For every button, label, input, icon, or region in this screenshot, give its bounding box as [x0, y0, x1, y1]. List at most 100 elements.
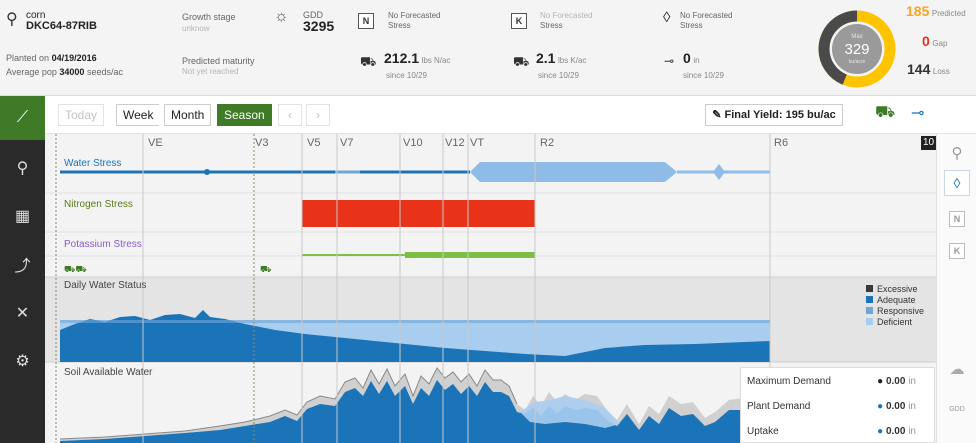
predicted-value: 185: [906, 3, 930, 19]
nitrogen-icon: N: [358, 13, 374, 29]
growth-stage-value: unknow: [182, 24, 210, 33]
map-nav-icon[interactable]: ▦: [0, 194, 45, 238]
rain-cloud-icon[interactable]: ☁: [944, 356, 970, 382]
tractor-icon: ⛟: [260, 264, 271, 274]
w-since: since 10/29: [683, 71, 724, 80]
irrigation-icon[interactable]: ⊸: [911, 103, 924, 123]
legend-label: Deficient: [877, 317, 913, 327]
final-yield-button[interactable]: ✎ Final Yield: 195 bu/ac: [705, 104, 843, 126]
uptake-label: Uptake: [747, 426, 779, 437]
predicted-yield: 185 Predicted: [906, 3, 966, 19]
hybrid-name: DKC64-87RIB: [26, 20, 97, 32]
daily-water-status-label: Daily Water Status: [64, 280, 147, 291]
pop-value: 34000: [59, 67, 85, 77]
legend-item: Responsive: [866, 306, 924, 317]
potassium-box-label: K: [511, 13, 527, 29]
gdd-layer-label[interactable]: GDD: [944, 396, 970, 422]
corn-icon[interactable]: ⚲: [944, 140, 970, 166]
prev-button[interactable]: ‹: [278, 104, 302, 126]
legend-swatch: [866, 285, 873, 292]
predicted-maturity-value: Not yet reached: [182, 67, 239, 76]
final-yield-label: Final Yield: 195 bu/ac: [724, 109, 836, 121]
stage-v3: V3: [255, 137, 269, 149]
water-drop-icon[interactable]: ◊: [944, 170, 970, 196]
growth-stage-label: Growth stage: [182, 12, 236, 22]
loss-label: Loss: [932, 67, 950, 76]
legend-item: Adequate: [866, 295, 924, 306]
stage-v12: V12: [445, 137, 465, 149]
water-drop-icon: ◊: [663, 9, 671, 26]
legend-item: Excessive: [866, 284, 924, 295]
today-button[interactable]: Today: [58, 104, 105, 126]
stage-v10: V10: [403, 137, 423, 149]
n-amount: 212.1: [384, 50, 420, 66]
k-unit: lbs K/ac: [557, 56, 587, 65]
pop-label: Average pop: [6, 67, 57, 77]
layer-icons-panel: ⚲ ◊ N K ☁ GDD: [936, 134, 976, 443]
timeline-toolbar: Today Week Month Season ‹ › ✎ Final Yiel…: [45, 96, 976, 134]
tractor-icon: ⛟⛟: [64, 264, 87, 274]
season-button[interactable]: Season: [217, 104, 272, 126]
stage-v5: V5: [307, 137, 321, 149]
yield-gauge: Max 329 bu/acre: [818, 10, 896, 88]
n-stress: Stress: [388, 21, 411, 30]
planted-date: 04/19/2016: [51, 53, 97, 63]
chart-nav-icon[interactable]: ⟋: [0, 96, 45, 140]
w-amount: 0: [683, 50, 691, 66]
tractor-icon[interactable]: ⛟: [875, 103, 895, 123]
nitrogen-layer-label: N: [949, 211, 965, 227]
potassium-layer-icon[interactable]: K: [944, 238, 970, 264]
water-status-legend: Excessive Adequate Responsive Deficient: [866, 284, 924, 328]
gap-value: 0: [922, 33, 930, 49]
gauge-max-label: Max: [851, 34, 862, 40]
sun-icon: ☼: [274, 8, 289, 25]
nitrogen-box-label: N: [358, 13, 374, 29]
gap-yield: 0 Gap: [922, 33, 948, 49]
gauge-value: 329: [844, 41, 869, 58]
plant-demand-label: Plant Demand: [747, 401, 811, 412]
irrigation-icon: ⊸: [664, 54, 675, 68]
potassium-stress-label: Potassium Stress: [64, 239, 142, 250]
k-since: since 10/29: [538, 71, 579, 80]
tools-nav-icon[interactable]: ✕: [0, 291, 45, 335]
loss-value: 144: [907, 61, 931, 77]
legend-swatch: [866, 296, 873, 303]
legend-label: Adequate: [877, 295, 916, 305]
trend-nav-icon[interactable]: ⤴: [0, 242, 45, 286]
field-summary-header: ⚲ corn DKC64-87RIB Planted on 04/19/2016…: [0, 0, 976, 96]
w-applied: 0 in: [683, 50, 700, 66]
stage-r2: R2: [540, 137, 555, 149]
k-stress: Stress: [540, 21, 563, 30]
gap-label: Gap: [932, 39, 948, 48]
water-demand-panel: Maximum Demand ● 0.00 in Plant Demand ● …: [740, 367, 935, 443]
edit-icon: ✎: [712, 109, 722, 121]
w-unit: in: [693, 56, 700, 65]
sidebar: ⟋ ⚲ ▦ ⤴ ✕ ⚙: [0, 96, 45, 443]
soil-available-water-label: Soil Available Water: [64, 367, 153, 378]
corn-icon: ⚲: [6, 11, 18, 28]
gauge-unit: bu/acre: [849, 59, 866, 65]
stage-current: 10: [923, 137, 935, 148]
maximum-demand-label: Maximum Demand: [747, 376, 831, 387]
legend-label: Excessive: [877, 284, 918, 294]
nitrogen-layer-icon[interactable]: N: [944, 206, 970, 232]
stage-ve: VE: [148, 137, 163, 149]
n-applied: 212.1 lbs N/ac: [384, 50, 451, 66]
loss-yield: 144 Loss: [907, 61, 950, 77]
tractor-icon: ⛟: [360, 54, 377, 69]
settings-nav-icon[interactable]: ⚙: [0, 339, 45, 383]
predicted-label: Predicted: [931, 9, 966, 18]
week-button[interactable]: Week: [116, 104, 160, 126]
month-button[interactable]: Month: [164, 104, 212, 126]
potassium-layer-label: K: [949, 243, 965, 259]
crop-nav-icon[interactable]: ⚲: [0, 146, 45, 190]
n-unit: lbs N/ac: [421, 56, 451, 65]
planted-info: Planted on 04/19/2016: [6, 53, 97, 64]
plant-demand-value: ● 0.00 in: [877, 401, 916, 412]
legend-swatch: [866, 318, 873, 325]
legend-item: Deficient: [866, 317, 924, 328]
k-applied: 2.1 lbs K/ac: [536, 51, 587, 66]
n-since: since 10/29: [386, 71, 427, 80]
maximum-demand-value: ● 0.00 in: [877, 376, 916, 387]
next-button[interactable]: ›: [306, 104, 330, 126]
